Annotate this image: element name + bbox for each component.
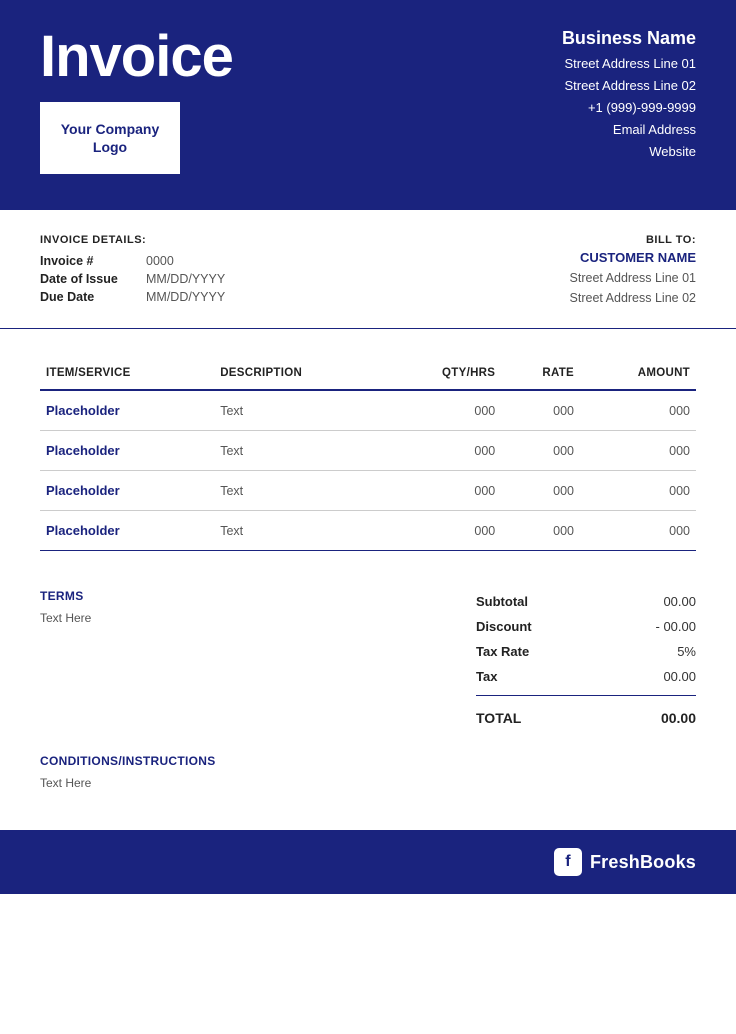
row-item-3: Placeholder [40,511,214,551]
totals-divider [476,695,696,696]
total-value: 00.00 [661,710,696,726]
business-website: Website [562,141,696,163]
details-section: INVOICE DETAILS: Invoice # 0000 Date of … [0,210,736,329]
table-row: Placeholder Text 000 000 000 [40,471,696,511]
subtotal-row: Subtotal 00.00 [476,589,696,614]
date-issue-key: Date of Issue [40,272,130,286]
row-desc-2: Text [214,471,383,511]
row-rate-2: 000 [501,471,580,511]
business-phone: +1 (999)-999-9999 [562,97,696,119]
freshbooks-logo: f FreshBooks [554,848,696,876]
bill-address1: Street Address Line 01 [570,268,696,288]
total-label: TOTAL [476,710,521,726]
terms-label: TERMS [40,589,446,603]
business-name: Business Name [562,28,696,49]
logo-text: Your Company Logo [42,120,178,156]
header: Invoice Your Company Logo Business Name … [0,0,736,210]
invoice-num-key: Invoice # [40,254,130,268]
subtotal-label: Subtotal [476,594,528,609]
business-address1: Street Address Line 01 [562,53,696,75]
row-desc-3: Text [214,511,383,551]
row-item-1: Placeholder [40,431,214,471]
business-info: Street Address Line 01 Street Address Li… [562,53,696,163]
row-qty-2: 000 [384,471,502,511]
taxrate-row: Tax Rate 5% [476,639,696,664]
bill-address: Street Address Line 01 Street Address Li… [570,268,696,308]
detail-row-invoice: Invoice # 0000 [40,254,225,268]
row-rate-0: 000 [501,390,580,431]
business-email: Email Address [562,119,696,141]
table-row: Placeholder Text 000 000 000 [40,511,696,551]
fb-icon-letter: f [565,853,570,871]
logo-box: Your Company Logo [40,102,180,174]
table-header-row: ITEM/SERVICE DESCRIPTION QTY/HRS RATE AM… [40,359,696,390]
row-item-0: Placeholder [40,390,214,431]
table-section: ITEM/SERVICE DESCRIPTION QTY/HRS RATE AM… [0,329,736,561]
invoice-details-label: INVOICE DETAILS: [40,234,225,246]
row-desc-1: Text [214,431,383,471]
row-qty-1: 000 [384,431,502,471]
header-right: Business Name Street Address Line 01 Str… [562,28,696,163]
invoice-details: INVOICE DETAILS: Invoice # 0000 Date of … [40,234,225,308]
bill-to-label: BILL TO: [570,234,696,246]
discount-value: - 00.00 [656,619,696,634]
discount-label: Discount [476,619,532,634]
row-qty-3: 000 [384,511,502,551]
freshbooks-icon: f [554,848,582,876]
taxrate-label: Tax Rate [476,644,529,659]
conditions-label: CONDITIONS/INSTRUCTIONS [40,754,696,768]
row-desc-0: Text [214,390,383,431]
row-amount-0: 000 [580,390,696,431]
detail-row-issue: Date of Issue MM/DD/YYYY [40,272,225,286]
tax-value: 00.00 [663,669,696,684]
col-qty: QTY/HRS [384,359,502,390]
terms-text: Text Here [40,611,446,625]
tax-row: Tax 00.00 [476,664,696,689]
row-rate-1: 000 [501,431,580,471]
totals-block: Subtotal 00.00 Discount - 00.00 Tax Rate… [476,589,696,726]
business-address2: Street Address Line 02 [562,75,696,97]
discount-row: Discount - 00.00 [476,614,696,639]
invoice-num-val: 0000 [146,254,174,268]
due-date-val: MM/DD/YYYY [146,290,225,304]
row-qty-0: 000 [384,390,502,431]
footer: f FreshBooks [0,830,736,894]
bill-to-section: BILL TO: CUSTOMER NAME Street Address Li… [570,234,696,308]
bottom-section: TERMS Text Here Subtotal 00.00 Discount … [0,561,736,726]
header-left: Invoice Your Company Logo [40,28,233,174]
conditions-text: Text Here [40,776,696,790]
subtotal-value: 00.00 [663,594,696,609]
total-final-row: TOTAL 00.00 [476,702,696,726]
row-rate-3: 000 [501,511,580,551]
date-issue-val: MM/DD/YYYY [146,272,225,286]
due-date-key: Due Date [40,290,130,304]
table-row: Placeholder Text 000 000 000 [40,431,696,471]
col-rate: RATE [501,359,580,390]
taxrate-value: 5% [677,644,696,659]
freshbooks-brand: FreshBooks [590,852,696,873]
invoice-title: Invoice [40,28,233,86]
col-description: DESCRIPTION [214,359,383,390]
row-amount-3: 000 [580,511,696,551]
tax-label: Tax [476,669,497,684]
col-item: ITEM/SERVICE [40,359,214,390]
row-item-2: Placeholder [40,471,214,511]
row-amount-1: 000 [580,431,696,471]
col-amount: AMOUNT [580,359,696,390]
items-table: ITEM/SERVICE DESCRIPTION QTY/HRS RATE AM… [40,359,696,551]
bill-address2: Street Address Line 02 [570,288,696,308]
detail-row-due: Due Date MM/DD/YYYY [40,290,225,304]
table-row: Placeholder Text 000 000 000 [40,390,696,431]
customer-name: CUSTOMER NAME [570,250,696,265]
conditions-section: CONDITIONS/INSTRUCTIONS Text Here [0,726,736,810]
terms-block: TERMS Text Here [40,589,476,625]
row-amount-2: 000 [580,471,696,511]
